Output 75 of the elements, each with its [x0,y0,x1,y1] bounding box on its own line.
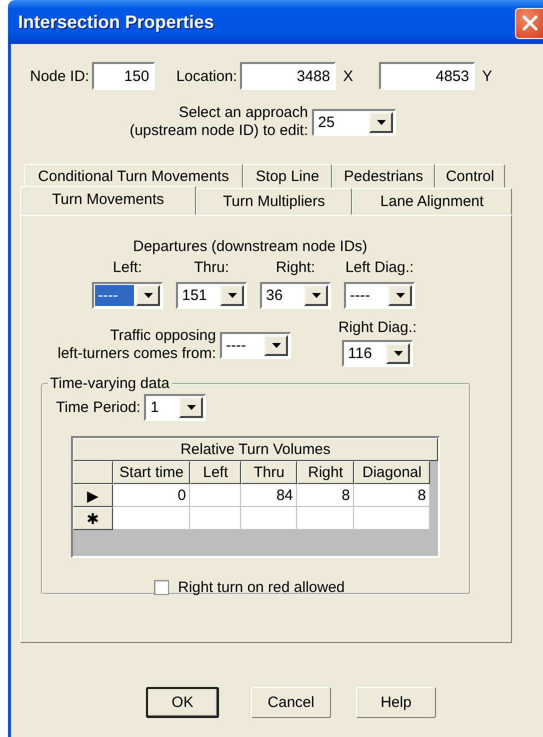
tab[interactable]: Lane Alignment [352,188,512,215]
field-label: Location: [176,68,238,84]
table-cell[interactable] [113,507,190,530]
push-button[interactable]: OK [146,687,219,718]
field-label: Node ID: [30,68,90,84]
field-label: Time Period: [56,399,140,416]
column-header[interactable]: Diagonal [354,461,430,484]
caret-icon [144,293,152,298]
dropdown[interactable]: 25 [312,108,396,136]
caret-icon [272,342,280,348]
dropdown[interactable]: ---- [344,282,415,309]
table-cell[interactable] [354,507,430,530]
column-header[interactable]: Thru [241,461,297,484]
caret-icon [394,351,402,356]
caret-icon [312,293,320,298]
unit-label: Y [482,68,492,84]
dropdown[interactable]: ---- [92,282,163,309]
input-field[interactable]: 150 [92,62,156,90]
caret-icon [376,120,386,124]
table-corner [73,461,113,484]
dropdown-button[interactable] [264,334,288,356]
close-icon [522,15,538,31]
dropdown-button[interactable] [136,285,160,306]
column-header[interactable]: Left [190,461,241,484]
close-button[interactable] [515,8,543,38]
checkbox-label: Right turn on red allowed [178,579,345,596]
checkbox[interactable] [154,580,169,595]
field-label: Left Diag.: [345,259,414,276]
dropdown-button[interactable] [220,285,244,306]
push-button[interactable]: Cancel [251,687,331,718]
field-label: Traffic opposing left-turners comes from: [58,327,216,363]
field-label: Select an approach (upstream node ID) to edit: [128,104,308,140]
dropdown[interactable]: 151 [176,282,247,309]
column-header[interactable]: Start time [113,461,190,484]
field-label: Right Diag.: [338,319,417,336]
caret-icon [186,405,196,410]
tab[interactable]: Turn Movements [20,186,196,215]
input-field[interactable]: 3488 [240,62,336,90]
table-cell[interactable] [190,484,241,507]
dropdown[interactable]: ---- [220,332,291,358]
dropdown-button[interactable] [304,285,328,306]
field-label: Thru: [194,259,229,276]
push-button[interactable]: Help [356,687,436,718]
caret-icon [228,293,236,298]
dropdown-button[interactable] [369,112,393,132]
table-cell[interactable] [297,507,354,530]
dropdown-button[interactable] [388,285,412,306]
group-title: Time-varying data [49,375,170,392]
window-title: Intersection Properties [18,12,214,32]
table-cell[interactable] [241,507,297,530]
dropdown[interactable]: 116 [342,340,413,367]
dropdown-button[interactable] [179,397,204,418]
dropdown[interactable]: 1 [144,394,206,421]
tab[interactable]: Turn Multipliers [196,188,352,215]
field-label: Right: [276,259,316,276]
row-indicator[interactable]: ▶ [73,484,113,507]
table-title: Relative Turn Volumes [73,438,438,461]
table-cell[interactable]: 8 [354,484,430,507]
table-cell[interactable]: 84 [241,484,297,507]
row-indicator[interactable]: ✱ [73,507,113,530]
tab[interactable]: Conditional Turn Movements [24,164,243,188]
section-title: Departures (downstream node IDs) [133,238,368,255]
table-cell[interactable] [190,507,241,530]
table-cell[interactable]: 0 [113,484,190,507]
tab[interactable]: Pedestrians [332,164,435,188]
unit-label: X [343,68,354,84]
tab[interactable]: Control [435,164,505,188]
field-label: Left: [112,259,142,276]
dropdown[interactable]: 36 [260,282,331,309]
tab[interactable]: Stop Line [243,164,332,188]
caret-icon [396,293,404,298]
table-cell[interactable]: 8 [297,484,354,507]
input-field[interactable]: 4853 [379,62,476,90]
dropdown-button[interactable] [386,343,410,364]
column-header[interactable]: Right [297,461,354,484]
